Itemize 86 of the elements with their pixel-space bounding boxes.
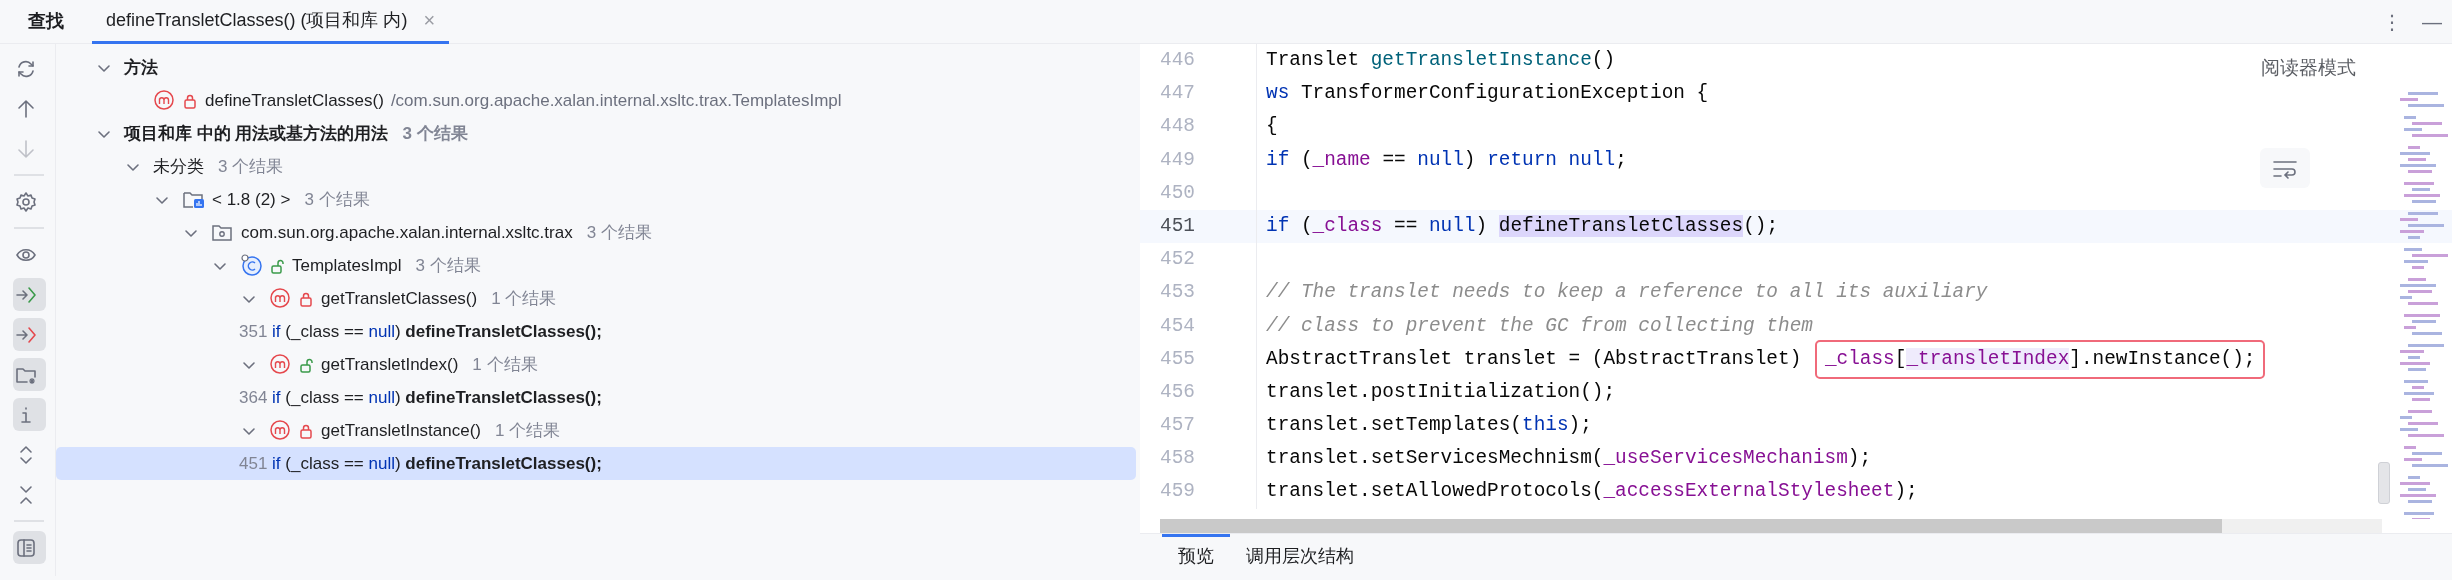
node-label: 未分类 [153,155,204,178]
tree-row[interactable]: getTransletInstance() 1 个结果 [56,414,1136,447]
scrollbar-thumb[interactable] [2378,462,2390,504]
method-icon [269,418,293,443]
line-number: 457 [1140,409,1257,443]
code-line: if (_name == null) return null; [1266,147,1627,173]
usage-row[interactable]: 364 if (_class == null) defineTransletClasses(); [56,381,1136,414]
usage-row[interactable]: 351 if (_class == null) defineTransletClasses(); [56,315,1136,348]
panel-icon [15,536,37,559]
usage-text: 364 if (_class == null) defineTransletClasses(); [239,386,602,409]
line-number: 451 [1140,209,1257,244]
code-line: // class to prevent the GC from collecting them [1266,313,1813,339]
bottom-tab[interactable]: 调用层次结构 [1230,533,1370,577]
tree-row[interactable]: getTransletClasses() 1 个结果 [56,282,1136,315]
reader-mode-link[interactable]: 阅读器模式 [2261,54,2356,83]
line-number: 452 [1140,243,1257,277]
node-label: getTransletClasses() [321,287,478,310]
minimize-button[interactable]: — [2412,6,2452,37]
code-line: { [1266,114,1278,140]
tree-row[interactable]: getTransletIndex() 1 个结果 [56,348,1136,381]
line-number: 455 [1140,342,1257,376]
tree-row[interactable]: TemplatesImpl 3 个结果 [56,249,1136,282]
result-count: 3 个结果 [415,254,481,277]
line-number: 446 [1140,44,1257,78]
result-count: 3 个结果 [218,155,284,178]
tree-row[interactable]: com.sun.org.apache.xalan.internal.xsltc.trax 3 个结果 [56,216,1136,249]
code-line: translet.setServicesMechnism(_useServicesMechanism); [1266,446,1872,472]
more-menu-button[interactable]: ⋮ [2372,6,2412,37]
tree-row[interactable]: 方法 [56,51,1136,84]
method-icon [269,352,293,377]
result-count: 1 个结果 [495,419,561,442]
code-line: if (_class == null) defineTransletClasses(); [1266,213,1779,239]
down-arrow-icon [15,137,37,160]
result-count: 3 个结果 [304,188,370,211]
result-count: 3 个结果 [402,122,468,145]
line-number: 458 [1140,442,1257,476]
node-label: defineTransletClasses() [205,89,384,112]
node-label: getTransletInstance() [321,419,481,442]
line-number: 459 [1140,475,1257,509]
folder-button[interactable] [12,358,46,391]
scrollbar-thumb[interactable] [1160,519,2222,533]
search-tab[interactable]: defineTransletClasses() (项目和库 内) × [92,0,450,44]
class-icon [240,253,264,278]
soft-wrap-button[interactable] [2260,148,2310,188]
info-button[interactable] [12,398,46,431]
usage-text: 451 if (_class == null) defineTransletClasses(); [239,452,602,475]
method-icon [269,286,293,311]
up-arrow-icon [15,97,37,120]
bottom-tab[interactable]: 预览 [1162,533,1230,577]
result-count: 1 个结果 [472,353,538,376]
tree-row[interactable]: 未分类 3 个结果 [56,150,1136,183]
highlighted-code: _class[_transletIndex].newInstance(); [1814,339,2266,379]
usage-text: 351 if (_class == null) defineTransletClasses(); [239,320,602,343]
code-line: translet.setTemplates(this); [1266,413,1592,439]
node-label: getTransletIndex() [321,353,459,376]
code-line: ws TransformerConfigurationException { [1266,81,1709,107]
line-number: 453 [1140,276,1257,310]
panel-button[interactable] [12,531,46,564]
line-number: 456 [1140,375,1257,410]
arrow-out-button[interactable] [12,318,46,351]
code-line: AbstractTranslet translet = (AbstractTranslet) [1266,346,1803,372]
line-number: 448 [1140,110,1257,144]
code-line: // The translet needs to keep a reference to all its auxiliary [1266,280,1988,306]
arrow-in-button[interactable] [12,278,46,311]
node-label: com.sun.org.apache.xalan.internal.xsltc.trax [241,221,573,244]
usage-row[interactable]: 451 if (_class == null) defineTransletClasses(); [56,447,1136,480]
group-heading: 方法 [124,56,158,79]
code-line: translet.setAllowedProtocols(_accessExternalStylesheet); [1266,479,1918,505]
line-number: 447 [1140,77,1257,111]
line-number: 454 [1140,309,1257,343]
node-label: TemplatesImpl [292,254,402,277]
tree-row[interactable]: < 1.8 (2) > 3 个结果 [56,183,1136,216]
tree-row[interactable]: defineTransletClasses() /com.sun.org.apache.xalan.internal.xsltc.trax.TemplatesImpl [56,84,1136,117]
settings-icon [15,190,37,213]
method-icon [153,88,177,113]
path-text: /com.sun.org.apache.xalan.internal.xsltc.trax.TemplatesImpl [390,89,842,112]
tree-row[interactable]: 项目和库 中的 用法或基方法的用法 3 个结果 [56,117,1136,150]
node-label: < 1.8 (2) > [212,188,291,211]
result-count: 1 个结果 [491,287,557,310]
panel-title: 查找 [28,10,64,33]
result-count: 3 个结果 [586,221,652,244]
group-heading: 项目和库 中的 用法或基方法的用法 [124,122,389,145]
line-number: 449 [1140,143,1257,177]
code-line: translet.postInitialization(); [1266,379,1616,405]
line-number: 450 [1140,176,1257,210]
code-line: Translet getTransletInstance() [1266,48,1616,74]
